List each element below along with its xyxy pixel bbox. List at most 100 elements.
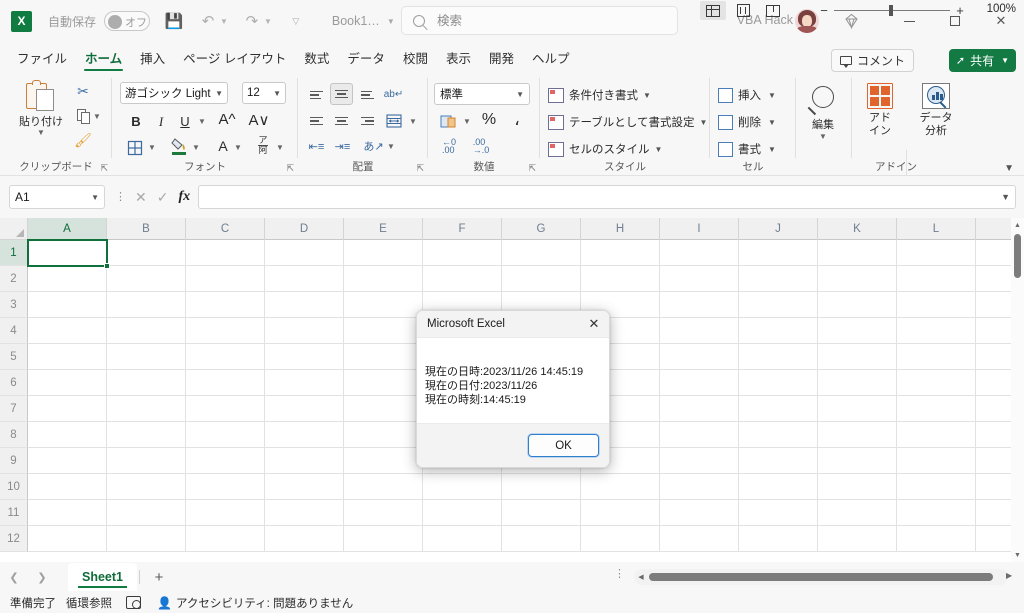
paste-button[interactable]: 貼り付け ▼: [12, 78, 70, 152]
grid-cell[interactable]: [818, 370, 897, 396]
autosave-toggle[interactable]: オフ: [104, 11, 151, 31]
fill-color-button[interactable]: [168, 134, 190, 157]
chevron-down-icon[interactable]: ▼: [220, 17, 228, 26]
grid-cell[interactable]: [423, 474, 502, 500]
grid-cell[interactable]: [897, 240, 976, 266]
comment-button[interactable]: コメント: [830, 49, 914, 72]
accounting-format-button[interactable]: [436, 110, 460, 133]
zoom-track[interactable]: [834, 3, 950, 18]
grid-cell[interactable]: [897, 266, 976, 292]
font-dialog-launcher[interactable]: ⇱: [286, 163, 294, 174]
grid-cell[interactable]: [186, 474, 265, 500]
row-header-5[interactable]: 5: [0, 344, 28, 370]
grid-cell[interactable]: [423, 240, 502, 266]
grid-cell[interactable]: [265, 396, 344, 422]
accessibility-status[interactable]: 👤 アクセシビリティ: 問題ありません: [157, 595, 353, 611]
chevron-down-icon[interactable]: ▼: [643, 91, 651, 100]
chevron-down-icon[interactable]: ▼: [148, 143, 156, 152]
wrap-text-button[interactable]: ab↵: [382, 83, 405, 105]
tab-review[interactable]: 校閲: [394, 49, 437, 72]
record-macro-icon[interactable]: [126, 596, 141, 609]
share-button[interactable]: ➚ 共有 ▼: [948, 49, 1016, 72]
chevron-down-icon[interactable]: ▼: [1001, 56, 1009, 65]
grid-cell[interactable]: [818, 292, 897, 318]
chevron-down-icon[interactable]: ▼: [37, 129, 45, 137]
align-left-button[interactable]: [305, 110, 328, 132]
grid-cell[interactable]: [107, 500, 186, 526]
grid-cell[interactable]: [28, 396, 107, 422]
chevron-down-icon[interactable]: ▼: [768, 118, 776, 127]
grid-row[interactable]: [28, 266, 1024, 292]
grid-cell[interactable]: [265, 240, 344, 266]
undo-icon[interactable]: ↶: [198, 9, 218, 33]
row-header-6[interactable]: 6: [0, 370, 28, 396]
grid-cell[interactable]: [739, 448, 818, 474]
grid-cell[interactable]: [265, 500, 344, 526]
column-header-l[interactable]: L: [897, 218, 976, 240]
addins-button[interactable]: アド イン: [858, 78, 902, 162]
fill-handle[interactable]: [104, 263, 110, 269]
number-dialog-launcher[interactable]: ⇱: [528, 163, 536, 174]
tab-help[interactable]: ヘルプ: [523, 49, 579, 72]
grid-cell[interactable]: [581, 240, 660, 266]
row-header-2[interactable]: 2: [0, 266, 28, 292]
chevron-down-icon[interactable]: ▼: [768, 145, 776, 154]
zoom-level-label[interactable]: 100%: [987, 3, 1016, 15]
align-top-button[interactable]: [305, 84, 328, 106]
sheet-tab-sheet1[interactable]: Sheet1: [68, 563, 137, 591]
tab-developer[interactable]: 開発: [480, 49, 523, 72]
grid-cell[interactable]: [186, 526, 265, 552]
formula-bar-options-icon[interactable]: ⋮: [115, 192, 126, 203]
chevron-down-icon[interactable]: ▼: [387, 17, 395, 26]
grid-cell[interactable]: [265, 370, 344, 396]
grid-cell[interactable]: [107, 422, 186, 448]
format-cells-button[interactable]: 書式 ▼: [718, 138, 776, 160]
next-sheet-icon[interactable]: ❯: [28, 564, 56, 590]
customize-quick-access-icon[interactable]: ▽: [286, 9, 306, 33]
grid-cell[interactable]: [502, 266, 581, 292]
format-painter-button[interactable]: 🖌: [70, 129, 96, 152]
grid-cell[interactable]: [344, 318, 423, 344]
chevron-down-icon[interactable]: ▼: [198, 117, 206, 126]
grid-cell[interactable]: [107, 396, 186, 422]
grid-cell[interactable]: [739, 396, 818, 422]
grid-cell[interactable]: [660, 292, 739, 318]
grid-cell[interactable]: [186, 370, 265, 396]
chevron-down-icon[interactable]: ▼: [387, 142, 395, 151]
grid-cell[interactable]: [107, 474, 186, 500]
zoom-knob[interactable]: [889, 5, 893, 16]
grid-cell[interactable]: [107, 318, 186, 344]
data-analysis-button[interactable]: データ 分析: [910, 78, 962, 162]
row-header-9[interactable]: 9: [0, 448, 28, 474]
column-header-a[interactable]: A: [28, 218, 107, 240]
row-header-8[interactable]: 8: [0, 422, 28, 448]
vertical-scrollbar[interactable]: ▲ ▼: [1011, 218, 1024, 562]
tab-formulas[interactable]: 数式: [295, 49, 338, 72]
tab-insert[interactable]: 挿入: [131, 49, 174, 72]
grid-cell[interactable]: [739, 292, 818, 318]
grid-cell[interactable]: [265, 344, 344, 370]
grid-row[interactable]: [28, 500, 1024, 526]
grid-cell[interactable]: [739, 500, 818, 526]
increase-indent-button[interactable]: ⇥≡: [331, 135, 354, 157]
grid-cell[interactable]: [28, 526, 107, 552]
shrink-font-button[interactable]: A∨: [248, 108, 270, 131]
tab-file[interactable]: ファイル: [8, 49, 76, 72]
grid-cell[interactable]: [660, 422, 739, 448]
grid-cell[interactable]: [897, 474, 976, 500]
align-middle-button[interactable]: [330, 83, 353, 105]
grid-cell[interactable]: [739, 474, 818, 500]
grid-cell[interactable]: [265, 526, 344, 552]
font-size-combo[interactable]: 12 ▼: [242, 82, 286, 104]
grid-cell[interactable]: [265, 292, 344, 318]
grid-cell[interactable]: [818, 422, 897, 448]
redo-icon[interactable]: ↷: [242, 9, 262, 33]
grid-cell[interactable]: [581, 526, 660, 552]
tab-home[interactable]: ホーム: [76, 49, 131, 72]
grid-cell[interactable]: [107, 526, 186, 552]
column-header-b[interactable]: B: [107, 218, 186, 240]
grid-cell[interactable]: [739, 370, 818, 396]
grid-cell[interactable]: [28, 344, 107, 370]
chevron-down-icon[interactable]: ▼: [192, 143, 200, 152]
grid-cell[interactable]: [28, 370, 107, 396]
